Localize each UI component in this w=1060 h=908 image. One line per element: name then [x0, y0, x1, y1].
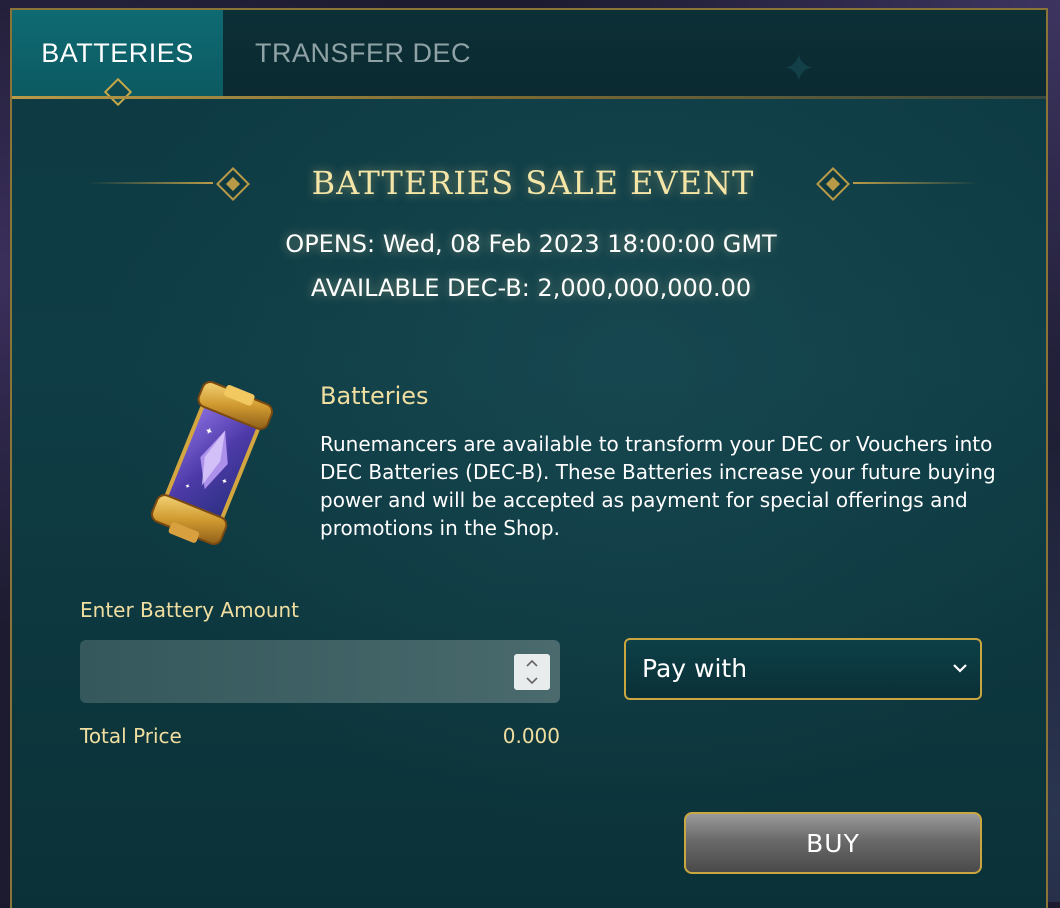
- amount-label: Enter Battery Amount: [80, 598, 300, 622]
- stepper-down-icon[interactable]: [514, 672, 550, 690]
- total-price-value: 0.000: [502, 724, 560, 748]
- star-decoration-icon: ✦: [782, 46, 816, 92]
- tab-bar: BATTERIES TRANSFER DEC ✦: [12, 10, 1046, 107]
- stepper-up-icon[interactable]: [514, 654, 550, 672]
- battery-amount-input[interactable]: [80, 640, 500, 703]
- shop-panel: BATTERIES TRANSFER DEC ✦ BATTERIES SALE …: [10, 8, 1048, 908]
- heading-line-right: [853, 182, 978, 184]
- tab-divider: [12, 96, 1046, 99]
- total-price-label: Total Price: [80, 724, 182, 748]
- product-description: Runemancers are available to transform y…: [320, 432, 996, 540]
- amount-stepper[interactable]: [514, 654, 550, 690]
- pay-with-select[interactable]: Pay with: [624, 638, 982, 700]
- event-opens: OPENS: Wed, 08 Feb 2023 18:00:00 GMT: [285, 230, 777, 258]
- tab-transfer-dec[interactable]: TRANSFER DEC: [223, 10, 503, 96]
- event-available: AVAILABLE DEC-B: 2,000,000,000.00: [310, 274, 752, 302]
- battery-amount-field: [80, 640, 560, 703]
- battery-icon: ✦ ✦ ✦: [137, 378, 287, 548]
- pay-with-label: Pay with: [642, 654, 748, 683]
- product-title: Batteries: [320, 382, 429, 410]
- heading-row: BATTERIES SALE EVENT: [88, 160, 978, 210]
- chevron-down-icon: [952, 660, 968, 676]
- buy-button[interactable]: BUY: [684, 812, 982, 874]
